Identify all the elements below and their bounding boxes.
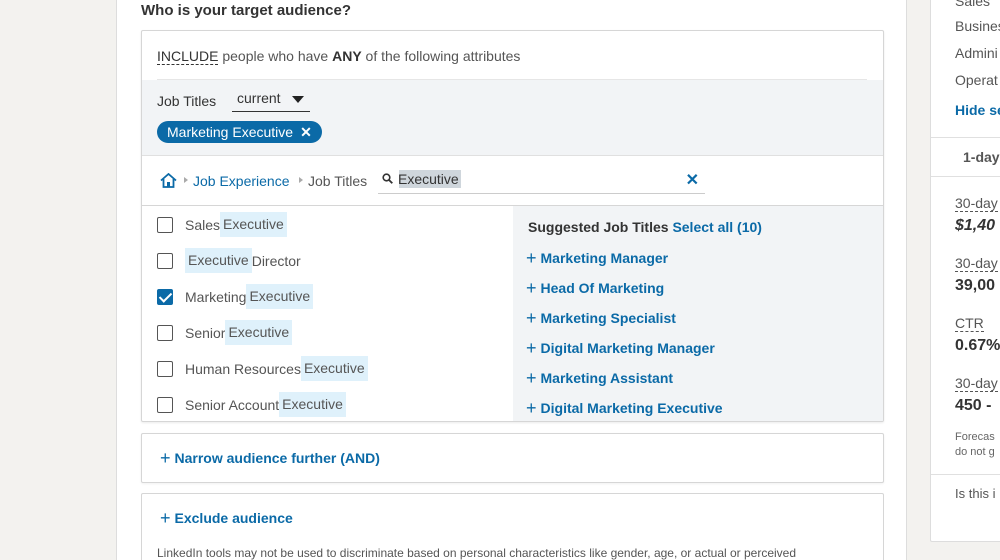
checkbox[interactable] bbox=[157, 360, 173, 377]
industry-item: Operat bbox=[955, 72, 998, 88]
select-all-link[interactable]: Select all (10) bbox=[672, 219, 762, 235]
industry-item: Busines bbox=[955, 18, 1000, 34]
tab-1-day[interactable]: 1-day bbox=[963, 149, 1000, 165]
result-label: Executive Director bbox=[185, 248, 301, 273]
breadcrumb-job-titles: Job Titles bbox=[308, 173, 368, 189]
feedback-question: Is this i bbox=[955, 486, 996, 501]
any-keyword: ANY bbox=[332, 48, 362, 64]
suggested-heading: Suggested Job Titles Select all (10) bbox=[528, 219, 762, 235]
industry-item: Sales bbox=[955, 0, 991, 9]
narrow-audience-card: + Narrow audience further (AND) bbox=[141, 433, 884, 483]
clear-icon[interactable]: ✕ bbox=[686, 170, 699, 190]
suggested-item[interactable]: + Digital Marketing Executive bbox=[526, 398, 723, 418]
include-heading: INCLUDE people who have ANY of the follo… bbox=[157, 48, 521, 65]
job-titles-select-value: current bbox=[237, 90, 281, 106]
include-card: INCLUDE people who have ANY of the follo… bbox=[141, 30, 884, 422]
hide-link[interactable]: Hide se bbox=[955, 102, 1000, 118]
section-title: Who is your target audience? bbox=[141, 2, 352, 19]
breadcrumb-separator bbox=[184, 177, 188, 183]
forecast-note: do not g bbox=[955, 446, 995, 458]
industry-item: Admini bbox=[955, 45, 998, 61]
plus-icon: + bbox=[526, 398, 537, 418]
metric-label[interactable]: CTR bbox=[955, 315, 984, 332]
breadcrumb-job-experience[interactable]: Job Experience bbox=[193, 173, 290, 189]
plus-icon: + bbox=[526, 368, 537, 388]
job-titles-label: Job Titles bbox=[157, 93, 217, 109]
divider bbox=[931, 176, 1000, 177]
job-titles-select[interactable]: current bbox=[232, 90, 310, 112]
suggested-titles-panel: Suggested Job Titles Select all (10) + Ma… bbox=[513, 206, 883, 421]
suggested-item[interactable]: + Marketing Specialist bbox=[526, 308, 676, 328]
search-icon bbox=[382, 173, 393, 184]
breadcrumb: Job Experience Job Titles ✕ bbox=[142, 155, 883, 206]
suggested-item[interactable]: + Marketing Assistant bbox=[526, 368, 673, 388]
result-label: Sales Executive bbox=[185, 212, 287, 237]
results-list: Sales Executive Executive Director Marke… bbox=[142, 206, 513, 421]
result-label: Marketing Executive bbox=[185, 284, 314, 309]
divider bbox=[931, 474, 1000, 475]
forecast-note: Forecas bbox=[955, 431, 995, 443]
result-item[interactable]: Senior Account Executive bbox=[157, 392, 346, 417]
checkbox-checked[interactable] bbox=[157, 288, 173, 305]
metric-label[interactable]: 30-day bbox=[955, 255, 998, 272]
plus-icon: + bbox=[526, 278, 537, 298]
result-item[interactable]: Human Resources Executive bbox=[157, 356, 368, 381]
search-input[interactable] bbox=[398, 169, 668, 189]
plus-icon: + bbox=[526, 338, 537, 358]
plus-icon: + bbox=[526, 248, 537, 268]
metric-label[interactable]: 30-day bbox=[955, 195, 998, 212]
home-icon[interactable] bbox=[160, 173, 177, 188]
exclude-audience-button[interactable]: + Exclude audience bbox=[160, 508, 293, 528]
plus-icon: + bbox=[160, 448, 171, 468]
breadcrumb-separator bbox=[299, 177, 303, 183]
suggested-item[interactable]: + Marketing Manager bbox=[526, 248, 668, 268]
metric-value: $1,40 bbox=[955, 217, 996, 234]
checkbox[interactable] bbox=[157, 216, 173, 233]
checkbox[interactable] bbox=[157, 252, 173, 269]
result-item[interactable]: Senior Executive bbox=[157, 320, 293, 345]
pill-label: Marketing Executive bbox=[167, 124, 294, 140]
checkbox[interactable] bbox=[157, 324, 173, 341]
plus-icon: + bbox=[160, 508, 171, 528]
divider bbox=[931, 137, 1000, 138]
suggested-item[interactable]: + Digital Marketing Manager bbox=[526, 338, 715, 358]
include-keyword[interactable]: INCLUDE bbox=[157, 48, 219, 65]
metric-value: 39,00 bbox=[955, 277, 996, 294]
result-item[interactable]: Marketing Executive bbox=[157, 284, 314, 309]
exclude-audience-card: + Exclude audience LinkedIn tools may not… bbox=[141, 493, 884, 560]
metric-label[interactable]: 30-day bbox=[955, 375, 998, 392]
checkbox[interactable] bbox=[157, 396, 173, 413]
job-titles-facet: Job Titles current Marketing Executive ✕ bbox=[142, 80, 883, 155]
plus-icon: + bbox=[526, 308, 537, 328]
forecast-panel: Sales Busines Admini Operat Hide se 1-da… bbox=[930, 0, 1000, 542]
caret-down-icon bbox=[292, 96, 304, 103]
metric-value: 450 - bbox=[955, 397, 992, 414]
metric-value: 0.67% bbox=[955, 337, 1000, 354]
result-item[interactable]: Sales Executive bbox=[157, 212, 287, 237]
result-label: Senior Account Executive bbox=[185, 392, 346, 417]
narrow-audience-button[interactable]: + Narrow audience further (AND) bbox=[160, 448, 380, 468]
selected-pill: Marketing Executive ✕ bbox=[157, 121, 322, 143]
title-search: ✕ bbox=[378, 166, 705, 194]
result-item[interactable]: Executive Director bbox=[157, 248, 301, 273]
suggested-item[interactable]: + Head Of Marketing bbox=[526, 278, 664, 298]
close-icon[interactable]: ✕ bbox=[300, 121, 312, 143]
disclaimer-text: LinkedIn tools may not be used to discri… bbox=[157, 546, 797, 560]
result-label: Senior Executive bbox=[185, 320, 293, 345]
result-label: Human Resources Executive bbox=[185, 356, 368, 381]
